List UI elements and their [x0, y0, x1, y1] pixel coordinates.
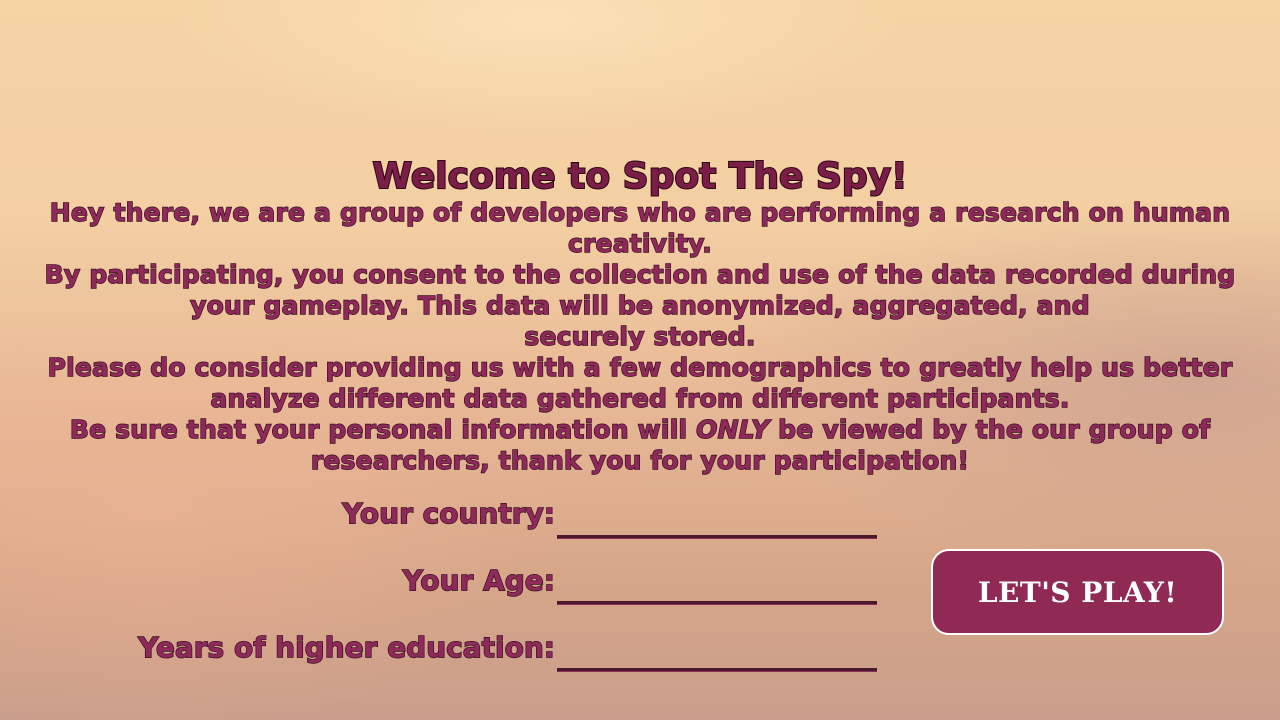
education-input-underline — [557, 668, 877, 672]
intro-privacy-text-start: Be sure that your personal information w… — [69, 414, 697, 444]
country-input[interactable] — [557, 499, 877, 535]
education-label: Years of higher education: — [137, 630, 555, 664]
intro-text: Hey there, we are a group of developers … — [10, 197, 1270, 476]
country-label: Your country: — [342, 496, 556, 530]
intro-paragraph-research: Hey there, we are a group of developers … — [49, 197, 1231, 258]
page-title: Welcome to Spot The Spy! — [371, 155, 908, 198]
intro-consent-text-end: securely stored. — [524, 321, 756, 351]
lets-play-button[interactable]: LET'S PLAY! — [931, 549, 1224, 635]
age-label: Your Age: — [402, 563, 556, 597]
intro-paragraph-privacy: Be sure that your personal information w… — [10, 414, 1270, 476]
intro-paragraph-demographics: Please do consider providing us with a f… — [47, 352, 1233, 413]
country-input-underline — [557, 535, 877, 539]
intro-paragraph-consent: By participating, you consent to the col… — [10, 259, 1270, 352]
age-input-underline — [557, 601, 877, 605]
lets-play-label: LET'S PLAY! — [977, 575, 1178, 609]
intro-consent-text: By participating, you consent to the col… — [44, 259, 1236, 320]
age-input[interactable] — [557, 566, 877, 602]
education-input[interactable] — [557, 633, 877, 669]
intro-privacy-emphasis: ONLY — [695, 414, 770, 444]
